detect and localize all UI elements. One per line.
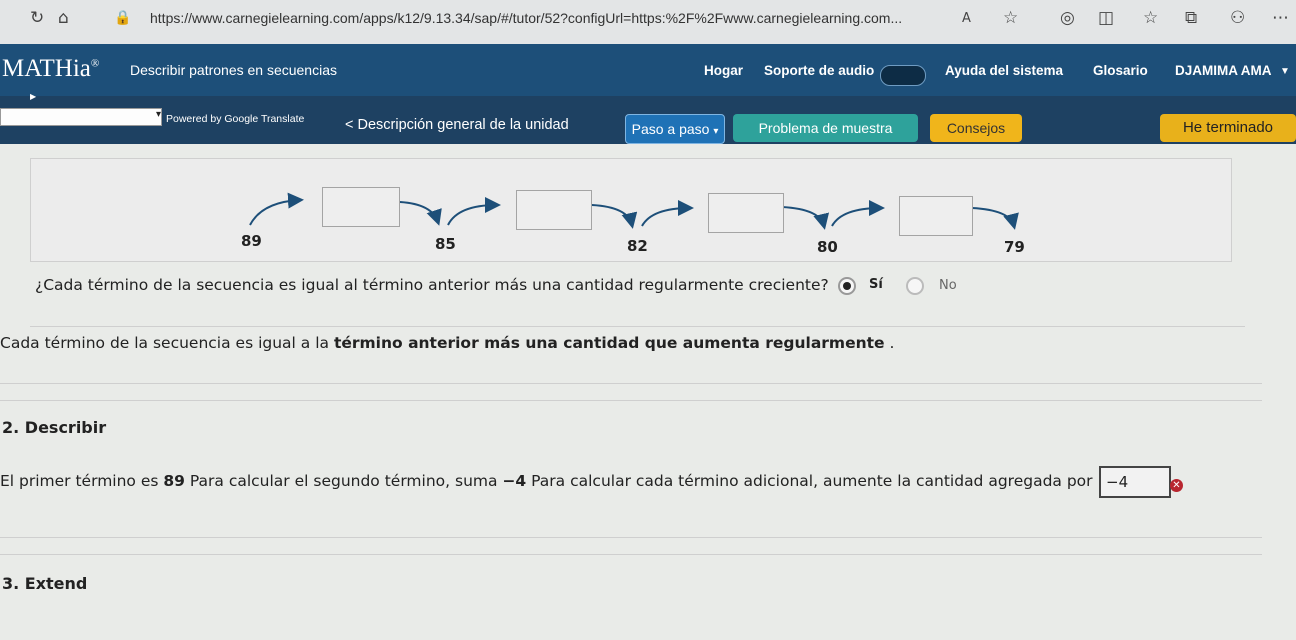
difference-input-1[interactable] [322, 187, 400, 227]
conclusion-text: Cada término de la secuencia es igual a … [0, 334, 895, 352]
sequence-term: 82 [627, 237, 648, 255]
section-heading-extend: 3. Extend [2, 574, 88, 593]
yes-label: Sí [869, 277, 883, 292]
error-icon: ✕ [1170, 479, 1183, 492]
difference-input-4[interactable] [899, 196, 973, 236]
difference-input-2[interactable] [516, 190, 592, 230]
divider [30, 326, 1245, 327]
divider [0, 383, 1262, 384]
divider [0, 537, 1262, 538]
sequence-arrows [249, 192, 1019, 230]
pattern-question: ¿Cada término de la secuencia es igual a… [35, 276, 829, 294]
divider [0, 554, 1262, 555]
sequence-term: 85 [435, 235, 456, 253]
section-heading-describe: 2. Describir [2, 418, 107, 437]
divider [0, 400, 1262, 401]
no-radio[interactable] [906, 277, 924, 295]
sequence-term: 80 [817, 238, 838, 256]
describe-sentence: El primer término es 89 Para calcular el… [0, 472, 1093, 490]
sequence-term: 79 [1004, 238, 1025, 256]
increase-amount-input[interactable]: −4 [1099, 466, 1171, 498]
sequence-term: 89 [241, 232, 262, 250]
no-label: No [939, 278, 957, 293]
yes-radio[interactable] [838, 277, 856, 295]
difference-input-3[interactable] [708, 193, 784, 233]
